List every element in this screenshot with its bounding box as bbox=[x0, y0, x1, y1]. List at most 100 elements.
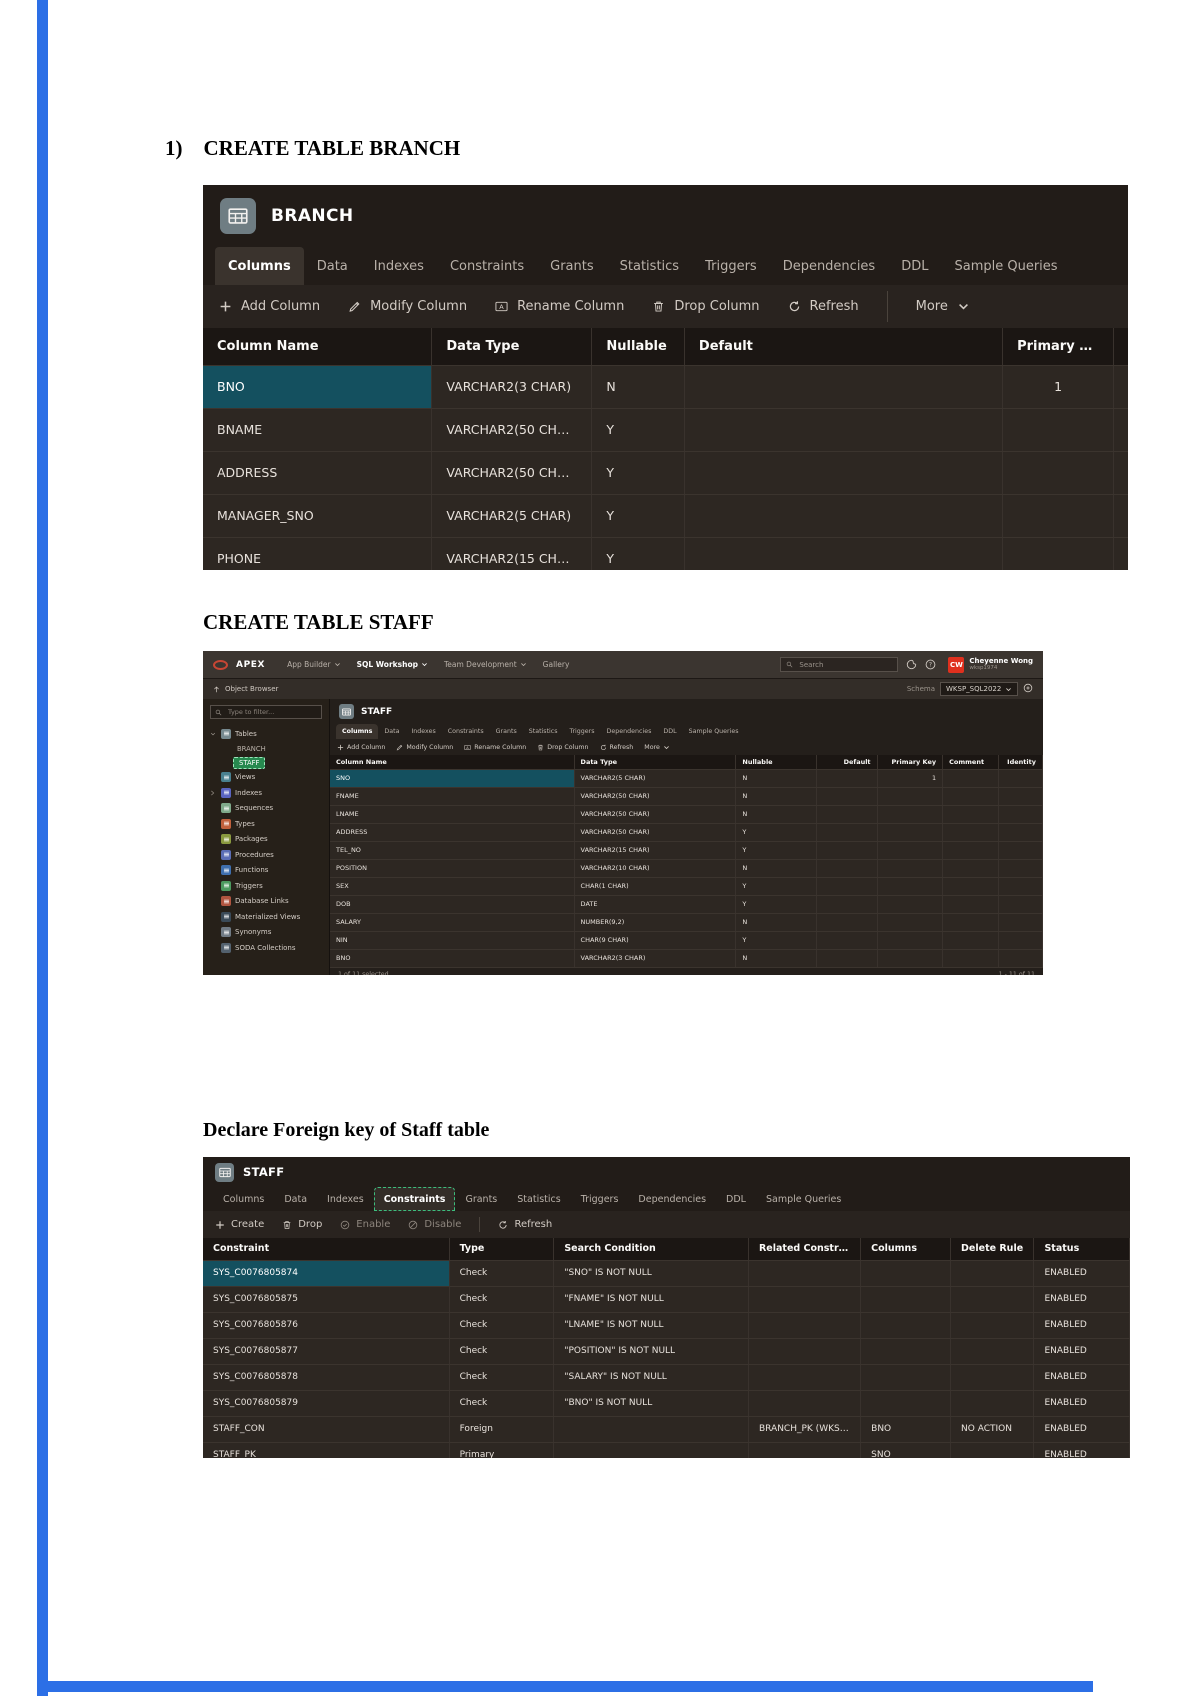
staff-row-tel-no[interactable]: TEL_NO VARCHAR2(15 CHAR) Y bbox=[330, 841, 1043, 859]
staff-more-button[interactable]: More bbox=[644, 744, 670, 751]
branch-tab-grants[interactable]: Grants bbox=[537, 247, 607, 285]
branch-tab-statistics[interactable]: Statistics bbox=[607, 247, 692, 285]
staff-row-nin[interactable]: NIN CHAR(9 CHAR) Y bbox=[330, 931, 1043, 949]
constraints-refresh-button[interactable]: Refresh bbox=[498, 1219, 552, 1230]
staff-row-sno[interactable]: SNO VARCHAR2(5 CHAR) N 1 bbox=[330, 769, 1043, 787]
constraints-row-sys-c0076805879[interactable]: SYS_C0076805879 Check "BNO" IS NOT NULL ENA… bbox=[203, 1390, 1130, 1416]
staff-row-bno[interactable]: BNO VARCHAR2(3 CHAR) N bbox=[330, 949, 1043, 967]
constraints-disable-button[interactable]: Disable bbox=[408, 1219, 461, 1230]
constraints-row-sys-c0076805877[interactable]: SYS_C0076805877 Check "POSITION" IS NOT NU… bbox=[203, 1338, 1130, 1364]
branch-tab-dependencies[interactable]: Dependencies bbox=[770, 247, 889, 285]
sidebar-item-materialized-views[interactable]: Materialized Views bbox=[203, 909, 329, 925]
branch-tab-data[interactable]: Data bbox=[304, 247, 361, 285]
staff-tab-sample-queries[interactable]: Sample Queries bbox=[683, 724, 745, 739]
branch-row-bname[interactable]: BNAME VARCHAR2(50 CHAR) Y bbox=[203, 408, 1128, 451]
branch-rename-column-button[interactable]: A Rename Column bbox=[495, 299, 624, 314]
staff-rename-column-button[interactable]: A Rename Column bbox=[464, 744, 526, 751]
staff-tab-dependencies[interactable]: Dependencies bbox=[601, 724, 658, 739]
branch-col-primary-key[interactable]: Primary Key bbox=[1003, 328, 1115, 365]
constraints-row-staff-pk[interactable]: STAFF_PK Primary SNO ENABLED bbox=[203, 1442, 1130, 1458]
staff-row-sex[interactable]: SEX CHAR(1 CHAR) Y bbox=[330, 877, 1043, 895]
staff-row-dob[interactable]: DOB DATE Y bbox=[330, 895, 1043, 913]
staff-tab-statistics[interactable]: Statistics bbox=[523, 724, 564, 739]
constraints-enable-button[interactable]: Enable bbox=[340, 1219, 390, 1230]
staff-drop-column-button[interactable]: Drop Column bbox=[537, 744, 589, 751]
constraints-tab-data[interactable]: Data bbox=[274, 1187, 317, 1211]
sidebar-item-database-links[interactable]: Database Links bbox=[203, 894, 329, 910]
sidebar-item-packages[interactable]: Packages bbox=[203, 832, 329, 848]
constraints-row-sys-c0076805878[interactable]: SYS_C0076805878 Check "SALARY" IS NOT NULL… bbox=[203, 1364, 1130, 1390]
arrow-up-icon[interactable] bbox=[213, 686, 220, 693]
staff-row-salary[interactable]: SALARY NUMBER(9,2) N bbox=[330, 913, 1043, 931]
staff-col-column-name[interactable]: Column Name bbox=[330, 755, 575, 769]
staff-row-fname[interactable]: FNAME VARCHAR2(50 CHAR) N bbox=[330, 787, 1043, 805]
constraints-col-delete-rule[interactable]: Delete Rule bbox=[951, 1238, 1035, 1260]
constraints-row-sys-c0076805874[interactable]: SYS_C0076805874 Check "SNO" IS NOT NULL ENA… bbox=[203, 1260, 1130, 1286]
staff-tab-indexes[interactable]: Indexes bbox=[405, 724, 441, 739]
staff-col-data-type[interactable]: Data Type bbox=[575, 755, 737, 769]
sidebar-item-synonyms[interactable]: Synonyms bbox=[203, 925, 329, 941]
staff-tab-grants[interactable]: Grants bbox=[490, 724, 523, 739]
staff-col-primary-key[interactable]: Primary Key bbox=[878, 755, 944, 769]
help-icon[interactable]: ? bbox=[925, 655, 936, 674]
constraints-col-search-condition[interactable]: Search Condition bbox=[554, 1238, 749, 1260]
header-menu-app-builder[interactable]: App Builder bbox=[281, 651, 347, 678]
branch-tab-constraints[interactable]: Constraints bbox=[437, 247, 537, 285]
constraints-drop-button[interactable]: Drop bbox=[282, 1219, 322, 1230]
constraints-tab-indexes[interactable]: Indexes bbox=[317, 1187, 374, 1211]
branch-row-manager-sno[interactable]: MANAGER_SNO VARCHAR2(5 CHAR) Y bbox=[203, 494, 1128, 537]
constraints-col-status[interactable]: Status bbox=[1034, 1238, 1130, 1260]
constraints-tab-statistics[interactable]: Statistics bbox=[507, 1187, 570, 1211]
constraints-tab-ddl[interactable]: DDL bbox=[716, 1187, 756, 1211]
branch-row-address[interactable]: ADDRESS VARCHAR2(50 CHAR) Y bbox=[203, 451, 1128, 494]
staff-tab-ddl[interactable]: DDL bbox=[657, 724, 682, 739]
schema-refresh-icon[interactable] bbox=[1023, 683, 1033, 695]
staff-add-column-button[interactable]: Add Column bbox=[337, 744, 385, 751]
sidebar-item-soda-collections[interactable]: SODA Collections bbox=[203, 940, 329, 956]
branch-col-default[interactable]: Default bbox=[685, 328, 1004, 365]
header-menu-team-development[interactable]: Team Development bbox=[438, 651, 533, 678]
sidebar-item-branch[interactable]: BRANCH bbox=[203, 742, 329, 756]
staff-tab-data[interactable]: Data bbox=[378, 724, 405, 739]
constraints-tab-dependencies[interactable]: Dependencies bbox=[628, 1187, 716, 1211]
sidebar-item-tables[interactable]: Tables bbox=[203, 726, 329, 742]
staff-tab-triggers[interactable]: Triggers bbox=[564, 724, 601, 739]
branch-tab-triggers[interactable]: Triggers bbox=[692, 247, 770, 285]
staff-col-default[interactable]: Default bbox=[817, 755, 878, 769]
branch-tab-columns[interactable]: Columns bbox=[215, 247, 304, 285]
sidebar-item-types[interactable]: Types bbox=[203, 816, 329, 832]
constraints-tab-sample-queries[interactable]: Sample Queries bbox=[756, 1187, 851, 1211]
branch-tab-indexes[interactable]: Indexes bbox=[361, 247, 437, 285]
branch-col-nullable[interactable]: Nullable bbox=[592, 328, 685, 365]
constraints-col-type[interactable]: Type bbox=[450, 1238, 555, 1260]
staff-row-position[interactable]: POSITION VARCHAR2(10 CHAR) N bbox=[330, 859, 1043, 877]
branch-row-phone[interactable]: PHONE VARCHAR2(15 CHAR) Y bbox=[203, 537, 1128, 570]
sidebar-item-triggers[interactable]: Triggers bbox=[203, 878, 329, 894]
staff-tab-constraints[interactable]: Constraints bbox=[442, 724, 490, 739]
schema-select[interactable]: WKSP_SQL2022 bbox=[940, 682, 1018, 696]
search-input[interactable] bbox=[797, 659, 888, 670]
staff-row-lname[interactable]: LNAME VARCHAR2(50 CHAR) N bbox=[330, 805, 1043, 823]
constraints-tab-triggers[interactable]: Triggers bbox=[571, 1187, 629, 1211]
constraints-tab-columns[interactable]: Columns bbox=[213, 1187, 274, 1211]
constraints-row-sys-c0076805876[interactable]: SYS_C0076805876 Check "LNAME" IS NOT NULL E… bbox=[203, 1312, 1130, 1338]
header-menu-sql-workshop[interactable]: SQL Workshop bbox=[351, 651, 434, 678]
staff-modify-column-button[interactable]: Modify Column bbox=[396, 744, 453, 751]
constraints-col-related-constraint[interactable]: Related Constraint bbox=[749, 1238, 862, 1260]
sidebar-filter-input[interactable] bbox=[226, 707, 311, 717]
header-search[interactable] bbox=[780, 657, 899, 672]
branch-tab-ddl[interactable]: DDL bbox=[888, 247, 941, 285]
branch-col-data-type[interactable]: Data Type bbox=[432, 328, 593, 365]
user-menu[interactable]: CW Cheyenne Wong wksp1974 bbox=[948, 656, 1033, 673]
constraints-row-sys-c0076805875[interactable]: SYS_C0076805875 Check "FNAME" IS NOT NULL E… bbox=[203, 1286, 1130, 1312]
sidebar-item-staff[interactable]: STAFF bbox=[203, 756, 329, 770]
branch-add-column-button[interactable]: Add Column bbox=[219, 299, 320, 314]
staff-tab-columns[interactable]: Columns bbox=[336, 724, 379, 739]
constraints-tab-grants[interactable]: Grants bbox=[455, 1187, 507, 1211]
sidebar-item-views[interactable]: Views bbox=[203, 770, 329, 786]
branch-refresh-button[interactable]: Refresh bbox=[788, 299, 859, 314]
branch-drop-column-button[interactable]: Drop Column bbox=[652, 299, 760, 314]
branch-tab-sample-queries[interactable]: Sample Queries bbox=[941, 247, 1070, 285]
sidebar-item-procedures[interactable]: Procedures bbox=[203, 847, 329, 863]
header-menu-gallery[interactable]: Gallery bbox=[537, 651, 576, 678]
